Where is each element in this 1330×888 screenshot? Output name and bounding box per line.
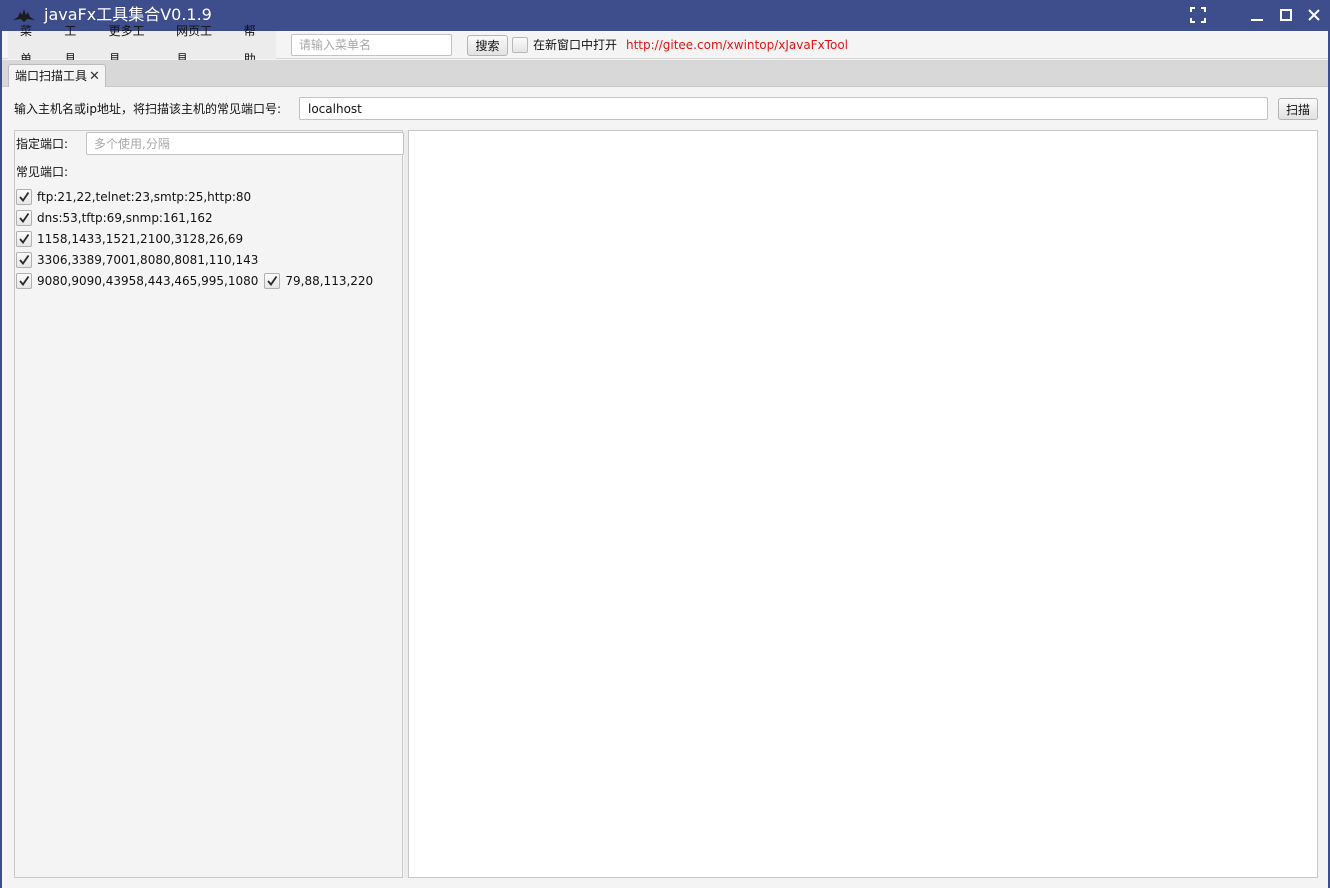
port-group-checkbox[interactable] — [16, 231, 32, 247]
tab-bar: 端口扫描工具 ✕ — [2, 60, 1328, 87]
scan-button[interactable]: 扫描 — [1278, 98, 1318, 120]
port-group-checkbox[interactable] — [16, 189, 32, 205]
port-group-label: dns:53,tftp:69,snmp:161,162 — [37, 211, 213, 225]
checkmark-icon — [267, 275, 278, 286]
close-icon[interactable] — [1303, 4, 1325, 26]
port-group-label: 3306,3389,7001,8080,8081,110,143 — [37, 253, 259, 267]
scan-result-area[interactable] — [408, 130, 1318, 878]
tab-label: 端口扫描工具 — [15, 69, 88, 83]
port-group-row: 9080,9090,43958,443,465,995,1080 79,88,1… — [16, 272, 373, 290]
search-button[interactable]: 搜索 — [467, 35, 508, 56]
checkmark-icon — [19, 254, 30, 265]
host-label: 输入主机名或ip地址，将扫描该主机的常见端口号: — [14, 102, 281, 116]
port-group-checkbox[interactable] — [16, 210, 32, 226]
host-input[interactable] — [299, 97, 1268, 120]
common-ports-label: 常见端口: — [16, 165, 69, 179]
port-group-row: 1158,1433,1521,2100,3128,26,69 — [16, 230, 243, 248]
checkmark-icon — [19, 212, 30, 223]
port-group-row: ftp:21,22,telnet:23,smtp:25,http:80 — [16, 188, 251, 206]
port-group-label: ftp:21,22,telnet:23,smtp:25,http:80 — [37, 190, 252, 204]
maximize-icon[interactable] — [1275, 4, 1297, 26]
tab-port-scanner[interactable]: 端口扫描工具 ✕ — [8, 64, 106, 87]
main-window: 菜单 工具 更多工具 网页工具 帮助 搜索 在新窗口中打开 http://git… — [2, 24, 1328, 888]
port-label: 指定端口: — [16, 137, 69, 151]
checkmark-icon — [19, 191, 30, 202]
menu-search-input[interactable] — [291, 34, 452, 56]
repo-link[interactable]: http://gitee.com/xwintop/xJavaFxTool — [626, 37, 848, 53]
port-group-label: 9080,9090,43958,443,465,995,1080 — [37, 274, 259, 288]
port-group-label: 1158,1433,1521,2100,3128,26,69 — [37, 232, 244, 246]
checkmark-icon — [19, 233, 30, 244]
minimize-icon[interactable] — [1246, 4, 1268, 26]
open-new-window-label: 在新窗口中打开 — [533, 38, 618, 52]
fullscreen-icon[interactable] — [1187, 4, 1209, 26]
port-options-pane: 指定端口: 常见端口: ftp:21,22,telnet:23,smtp:25,… — [14, 130, 404, 878]
port-group-checkbox[interactable] — [264, 273, 281, 289]
port-input[interactable] — [86, 132, 404, 155]
port-group-row: dns:53,tftp:69,snmp:161,162 — [16, 209, 213, 227]
port-group-row: 3306,3389,7001,8080,8081,110,143 — [16, 251, 258, 269]
open-new-window-checkbox[interactable] — [512, 37, 528, 53]
port-group-label: 79,88,113,220 — [285, 274, 374, 288]
port-group-checkbox[interactable] — [16, 273, 32, 289]
menu-list: 菜单 工具 更多工具 网页工具 帮助 — [8, 24, 276, 66]
tab-close-icon[interactable]: ✕ — [89, 69, 100, 84]
menu-bar: 菜单 工具 更多工具 网页工具 帮助 搜索 在新窗口中打开 http://git… — [2, 24, 1328, 66]
checkmark-icon — [19, 275, 30, 286]
port-group-checkbox[interactable] — [16, 252, 32, 268]
